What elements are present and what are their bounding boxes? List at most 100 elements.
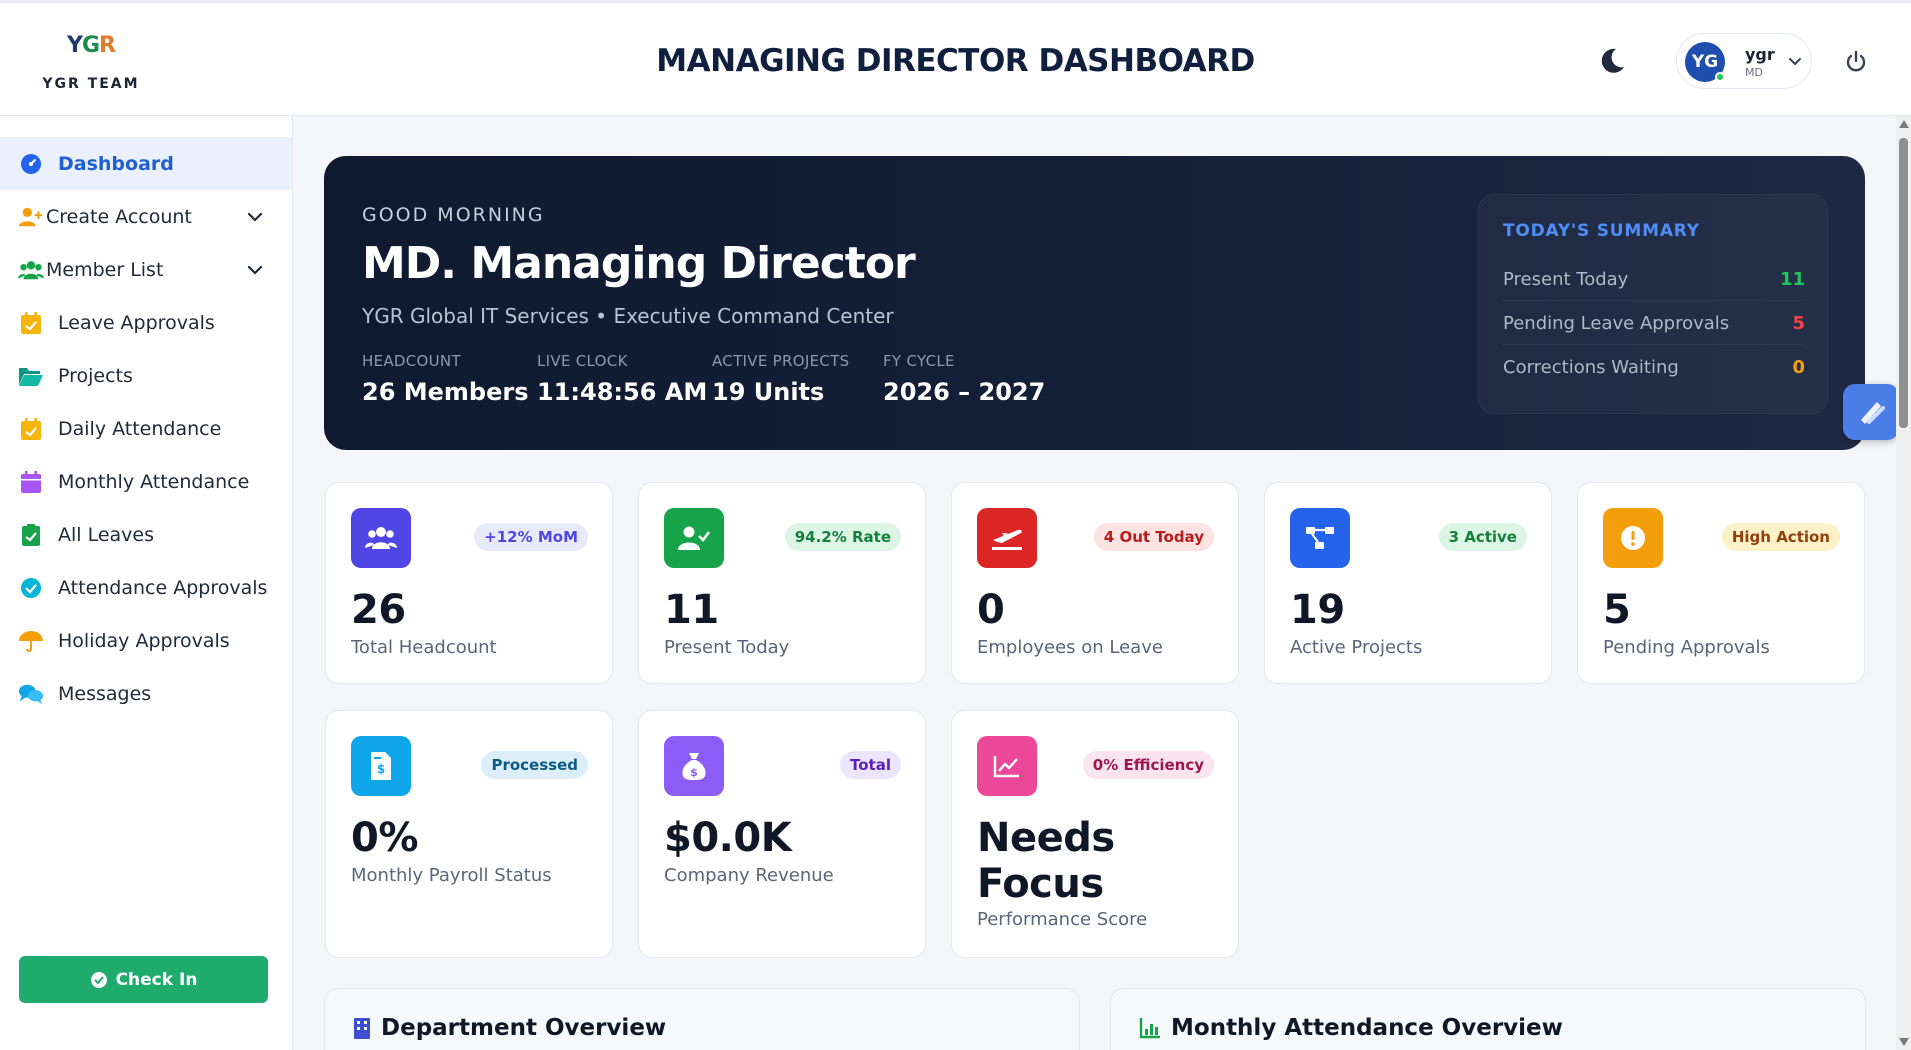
svg-text:$: $ [377,762,385,776]
stat-value: 2026 – 2027 [883,378,1046,406]
card-value: Needs Focus [977,815,1115,907]
rate-badge: 94.2% Rate [784,523,901,551]
sidebar-item-member-list[interactable]: Member List [0,243,292,296]
check-in-label: Check In [115,969,198,990]
sidebar-item-create-account[interactable]: Create Account [0,190,292,243]
card-value-line: Needs [977,815,1115,861]
moon-icon[interactable] [1596,45,1628,77]
hero-name: MD. Managing Director [362,238,916,289]
scroll-up-arrow[interactable] [1899,120,1909,128]
gauge-icon [18,151,44,177]
total-badge: Total [840,751,901,779]
summary-row: Present Today 11 [1503,257,1805,301]
building-icon [354,1018,370,1039]
card-value: 0 [977,587,1005,633]
calendar-icon [18,469,44,495]
active-badge: 3 Active [1438,523,1527,551]
plane-departure-icon [977,508,1037,568]
department-overview-panel: Department Overview [324,988,1080,1050]
summary-value: 5 [1792,313,1805,334]
card-pending-approvals[interactable]: High Action 5 Pending Approvals [1577,482,1865,684]
money-bag-icon: $ [664,736,724,796]
greeting: GOOD MORNING [362,204,545,226]
sidebar-item-leave-approvals[interactable]: Leave Approvals [0,296,292,349]
user-role: MD [1745,66,1763,79]
check-circle-icon [90,971,107,988]
sidebar-item-label: Projects [58,364,133,387]
user-menu[interactable]: YG ygr MD [1676,33,1812,89]
users-icon [351,508,411,568]
bolt-icon [1861,402,1885,424]
sidebar-item-label: Holiday Approvals [58,629,230,652]
stat-label: HEADCOUNT [362,352,461,370]
sidebar-item-label: Monthly Attendance [58,470,250,493]
stat-headcount: HEADCOUNT 26 Members [362,352,529,406]
card-performance-score[interactable]: 0% Efficiency Needs Focus Performance Sc… [951,710,1239,958]
chat-icon [18,681,44,707]
sidebar-item-daily-attendance[interactable]: Daily Attendance [0,402,292,455]
card-label: Company Revenue [664,865,834,886]
stat-live-clock: LIVE CLOCK 11:48:56 AM [537,352,707,406]
sidebar-item-dashboard[interactable]: Dashboard [0,137,292,190]
card-value: 5 [1603,587,1631,633]
panel-title-text: Department Overview [381,1015,667,1041]
floating-assistant-button[interactable] [1843,384,1899,440]
summary-value: 11 [1779,269,1805,290]
chevron-down-icon[interactable] [244,259,266,281]
sidebar-item-messages[interactable]: Messages [0,667,292,720]
page-scrollbar[interactable] [1896,116,1911,1050]
scroll-down-arrow[interactable] [1899,1038,1909,1046]
card-value: 19 [1290,587,1345,633]
panel-title: Monthly Attendance Overview [1139,1015,1563,1041]
card-value-line: Focus [977,861,1104,907]
sidebar-item-attendance-approvals[interactable]: Attendance Approvals [0,561,292,614]
sidebar-item-label: Messages [58,682,152,705]
monthly-attendance-overview-panel: Monthly Attendance Overview [1110,988,1866,1050]
trend-badge: +12% MoM [474,523,588,551]
project-diagram-icon [1290,508,1350,568]
top-header: YGR YGR TEAM MANAGING DIRECTOR DASHBOARD… [0,0,1911,116]
todays-summary: TODAY'S SUMMARY Present Today 11 Pending… [1478,194,1828,414]
summary-label: Present Today [1503,269,1629,290]
summary-label: Corrections Waiting [1503,357,1679,378]
sidebar-item-monthly-attendance[interactable]: Monthly Attendance [0,455,292,508]
card-label: Monthly Payroll Status [351,865,552,886]
users-icon [18,257,44,283]
online-status-dot [1715,72,1725,82]
sidebar-item-label: All Leaves [58,523,155,546]
card-total-headcount[interactable]: +12% MoM 26 Total Headcount [325,482,613,684]
card-label: Total Headcount [351,637,497,658]
chevron-down-icon [1789,58,1801,66]
summary-row: Pending Leave Approvals 5 [1503,301,1805,345]
card-company-revenue[interactable]: $ Total $0.0K Company Revenue [638,710,926,958]
card-value: 26 [351,587,406,633]
panel-title-text: Monthly Attendance Overview [1171,1015,1563,1041]
check-in-button[interactable]: Check In [19,956,268,1003]
card-monthly-payroll[interactable]: $ Processed 0% Monthly Payroll Status [325,710,613,958]
card-label: Pending Approvals [1603,637,1770,658]
user-name: ygr [1745,45,1775,64]
efficiency-badge: 0% Efficiency [1082,751,1214,779]
card-value: $0.0K [664,815,792,861]
sidebar-item-label: Attendance Approvals [58,576,268,599]
chevron-down-icon[interactable] [244,206,266,228]
card-active-projects[interactable]: 3 Active 19 Active Projects [1264,482,1552,684]
umbrella-icon [18,628,44,654]
sidebar-item-label: Daily Attendance [58,417,222,440]
scroll-thumb[interactable] [1899,138,1908,428]
stat-active-projects: ACTIVE PROJECTS 19 Units [712,352,849,406]
card-present-today[interactable]: 94.2% Rate 11 Present Today [638,482,926,684]
folder-open-icon [18,363,44,389]
card-value: 11 [664,587,719,633]
card-value: 0% [351,815,418,861]
sidebar-item-all-leaves[interactable]: All Leaves [0,508,292,561]
stat-value: 19 Units [712,378,825,406]
chart-bar-icon [1139,1018,1160,1039]
power-icon[interactable] [1842,48,1870,76]
stat-value: 11:48:56 AM [537,378,708,406]
card-employees-on-leave[interactable]: 4 Out Today 0 Employees on Leave [951,482,1239,684]
status-badge: Processed [481,751,588,779]
sidebar-item-label: Leave Approvals [58,311,215,334]
sidebar-item-projects[interactable]: Projects [0,349,292,402]
sidebar-item-holiday-approvals[interactable]: Holiday Approvals [0,614,292,667]
